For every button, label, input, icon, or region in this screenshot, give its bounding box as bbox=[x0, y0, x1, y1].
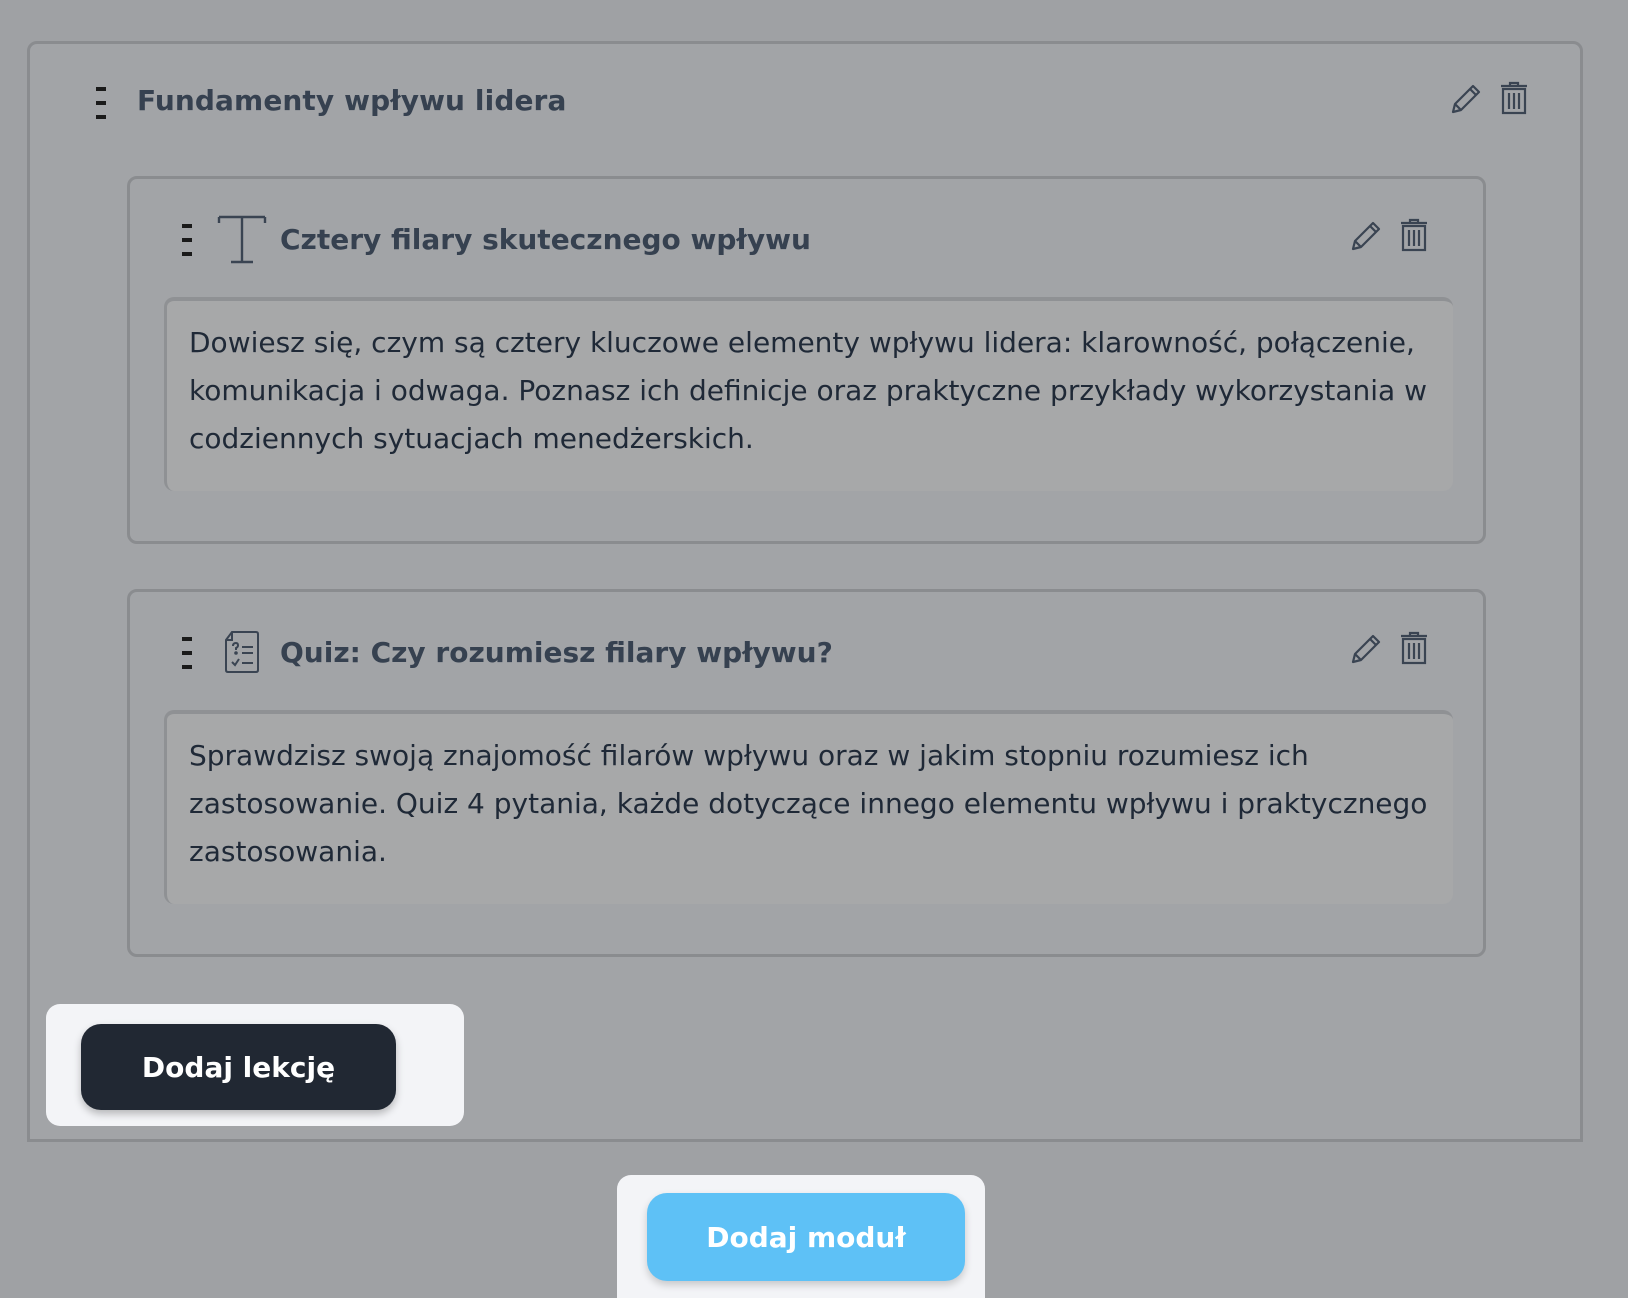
lesson-title: Cztery filary skutecznego wpływu bbox=[280, 223, 811, 256]
drag-handle-icon[interactable] bbox=[94, 86, 108, 120]
delete-lesson-button[interactable] bbox=[1396, 631, 1432, 669]
lesson-title: Quiz: Czy rozumiesz filary wpływu? bbox=[280, 636, 833, 669]
drag-handle-icon[interactable] bbox=[180, 223, 194, 257]
lesson-description[interactable]: Dowiesz się, czym są cztery kluczowe ele… bbox=[164, 297, 1453, 491]
lesson-description[interactable]: Sprawdzisz swoją znajomość filarów wpływ… bbox=[164, 710, 1453, 904]
add-module-highlight: Dodaj moduł bbox=[617, 1175, 985, 1298]
course-builder-page: Fundamenty wpływu lidera Cztery filary s… bbox=[0, 0, 1628, 1298]
add-lesson-highlight: Dodaj lekcję bbox=[46, 1004, 464, 1126]
lesson-card: Cztery filary skutecznego wpływu Dowiesz… bbox=[127, 176, 1486, 544]
trash-icon bbox=[1399, 631, 1429, 669]
quiz-type-icon bbox=[224, 630, 260, 674]
drag-handle-icon[interactable] bbox=[180, 636, 194, 670]
pencil-icon bbox=[1349, 632, 1383, 670]
module-card: Fundamenty wpływu lidera Cztery filary s… bbox=[27, 41, 1583, 1142]
module-title: Fundamenty wpływu lidera bbox=[137, 84, 567, 117]
trash-icon bbox=[1399, 218, 1429, 256]
delete-module-button[interactable] bbox=[1496, 81, 1532, 119]
edit-lesson-button[interactable] bbox=[1348, 632, 1384, 670]
add-lesson-button[interactable]: Dodaj lekcję bbox=[81, 1024, 396, 1110]
edit-module-button[interactable] bbox=[1448, 82, 1484, 120]
edit-lesson-button[interactable] bbox=[1348, 219, 1384, 257]
lesson-card: Quiz: Czy rozumiesz filary wpływu? Spraw… bbox=[127, 589, 1486, 957]
add-module-button[interactable]: Dodaj moduł bbox=[647, 1193, 965, 1281]
trash-icon bbox=[1499, 81, 1529, 119]
pencil-icon bbox=[1449, 82, 1483, 120]
text-type-icon bbox=[217, 215, 267, 265]
pencil-icon bbox=[1349, 219, 1383, 257]
delete-lesson-button[interactable] bbox=[1396, 218, 1432, 256]
